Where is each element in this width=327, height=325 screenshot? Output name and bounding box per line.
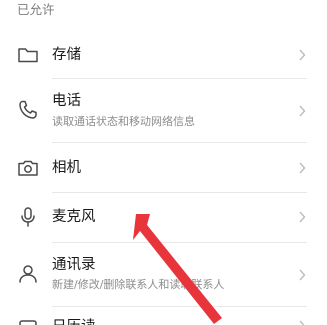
permission-item-microphone[interactable]: 麦克风	[0, 195, 327, 241]
divider	[52, 192, 307, 193]
camera-icon	[16, 156, 40, 180]
permission-item-contacts[interactable]: 通讯录 新建/修改/删除联系人和读取联系人	[0, 245, 327, 305]
permission-title: 通讯录	[52, 257, 96, 273]
permission-item-camera[interactable]: 相机	[0, 145, 327, 191]
divider	[52, 78, 307, 79]
permission-title: 电话	[52, 93, 81, 109]
phone-icon	[16, 98, 40, 122]
divider	[52, 142, 307, 143]
permission-title: 存储	[52, 47, 81, 63]
permission-description: 新建/修改/删除联系人和读取联系人	[52, 278, 225, 291]
permission-title: 麦克风	[52, 209, 96, 225]
permission-title: 日历读	[52, 317, 96, 325]
microphone-icon	[16, 205, 40, 229]
chevron-right-icon	[297, 210, 307, 224]
divider	[52, 306, 307, 307]
contacts-icon	[16, 262, 40, 286]
chevron-right-icon	[297, 104, 307, 118]
permission-item-phone[interactable]: 电话 读取通话状态和移动网络信息	[0, 81, 327, 141]
chevron-right-icon	[297, 161, 307, 175]
permission-description: 读取通话状态和移动网络信息	[52, 115, 195, 128]
section-header-allowed: 已允许	[17, 2, 55, 17]
divider	[52, 242, 307, 243]
permission-title: 相机	[52, 160, 81, 176]
folder-icon	[16, 43, 40, 67]
chevron-right-icon	[297, 319, 307, 325]
calendar-icon	[16, 317, 40, 325]
permission-item-calendar[interactable]: 日历读	[0, 309, 327, 325]
chevron-right-icon	[297, 268, 307, 282]
chevron-right-icon	[297, 48, 307, 62]
permissions-page: 已允许 存储 电话 读取通话状态和移动网络信息 相机 麦克风 通讯录 新建/修改…	[0, 0, 327, 325]
permission-item-storage[interactable]: 存储	[0, 33, 327, 77]
